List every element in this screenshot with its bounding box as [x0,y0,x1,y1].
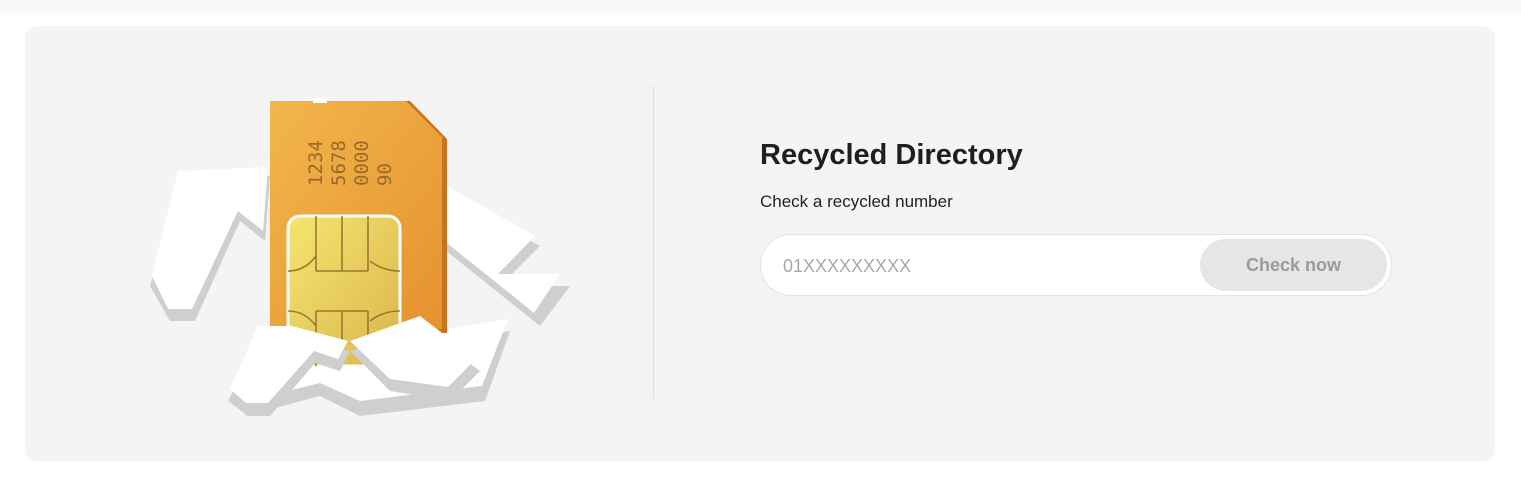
check-now-button[interactable]: Check now [1200,239,1387,291]
page-title: Recycled Directory [760,139,1023,171]
header-shadow [0,0,1521,22]
phone-number-input[interactable] [781,235,1185,297]
page-subtitle: Check a recycled number [760,192,953,211]
section-divider [653,86,654,399]
recycled-sim-illustration: 1234 5678 0000 90 [150,98,570,416]
directory-panel: Recycled Directory Check a recycled numb… [760,138,1400,297]
recycled-directory-card: 1234 5678 0000 90 Recycled Directory Che… [25,26,1495,461]
sim-digits-4: 90 [374,163,396,186]
sim-digits-3: 0000 [351,140,373,186]
number-check-form: Check now [760,234,1392,297]
sim-digits-2: 5678 [328,140,350,186]
sim-digits-1: 1234 [305,140,327,186]
